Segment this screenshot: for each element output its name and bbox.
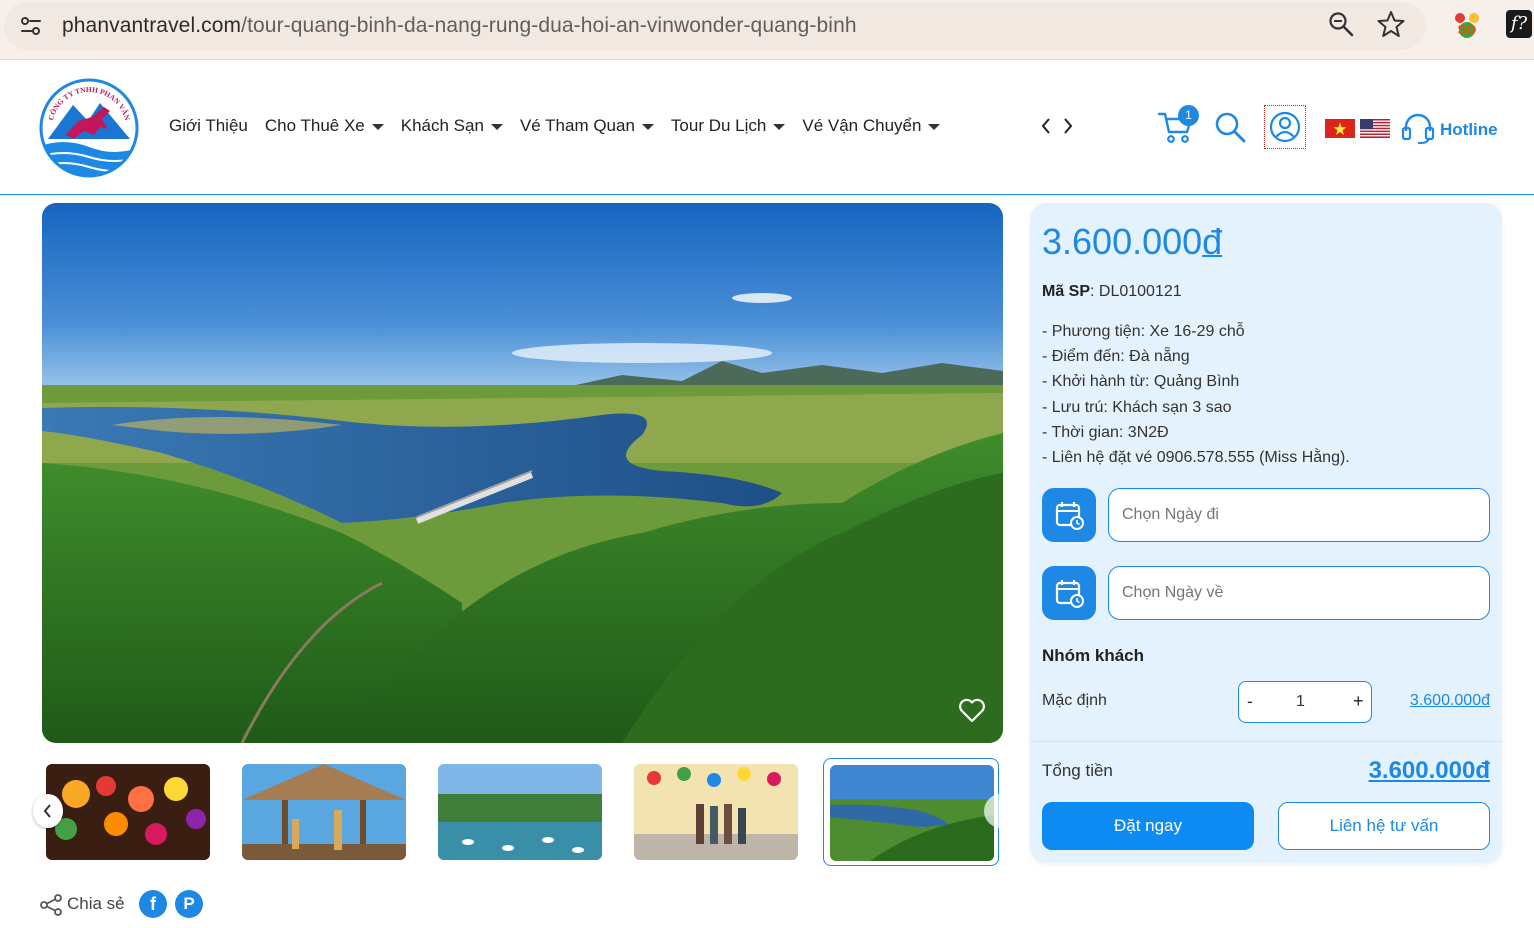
depart-date-button[interactable] <box>1042 488 1096 542</box>
tune-icon[interactable] <box>18 14 44 38</box>
company-logo[interactable]: CÔNG TY TNHH PHAN VÂN <box>38 77 140 179</box>
thumbnail-image-river-aerial <box>830 765 994 861</box>
svg-text:SO: SO <box>1458 22 1477 37</box>
url-path: /tour-quang-binh-da-nang-rung-dua-hoi-an… <box>241 14 857 37</box>
sku-label: Mã SP <box>1042 283 1091 300</box>
nav-item-label: Vé Tham Quan <box>519 116 635 135</box>
site-header: CÔNG TY TNHH PHAN VÂN Giới Thiệu Cho Thuê… <box>0 60 1534 195</box>
thumbnail-image-lake-park <box>438 764 602 860</box>
thumbnail-image-lantern-street <box>634 764 798 860</box>
caret-down-icon <box>928 124 941 130</box>
total-price: 3.600.000đ <box>1368 757 1490 784</box>
total-label: Tổng tiền <box>1042 761 1113 780</box>
pinterest-icon[interactable]: P <box>175 890 203 918</box>
booking-panel: 3.600.000đ Mã SP: DL0100121 - Phương tiệ… <box>1030 203 1502 863</box>
feature-item: - Điểm đến: Đà nẵng <box>1042 348 1190 366</box>
increase-button[interactable]: + <box>1353 691 1364 712</box>
calendar-clock-icon <box>1055 502 1084 530</box>
feature-item: - Liên hệ đặt vé 0906.578.555 (Miss Hằng… <box>1042 449 1350 467</box>
caret-down-icon <box>490 124 503 130</box>
nav-item-label: Khách Sạn <box>400 116 484 135</box>
guest-line-price: 3.600.000đ <box>1409 692 1490 709</box>
divider <box>1030 741 1502 742</box>
return-date-input[interactable] <box>1108 566 1490 620</box>
landscape-image <box>42 203 1003 743</box>
sku-value: : DL0100121 <box>1090 283 1182 300</box>
thumbnail-image-lanterns <box>46 764 210 860</box>
nav-item-label: Vé Vận Chuyển <box>802 116 922 135</box>
nav-item-1[interactable]: Cho Thuê Xe <box>265 116 384 136</box>
address-bar[interactable]: phanvantravel.com/tour-quang-binh-da-nan… <box>4 2 1426 50</box>
user-icon <box>1269 111 1301 143</box>
contact-consult-button[interactable]: Liên hệ tư vấn <box>1278 802 1490 850</box>
product-code: Mã SP: DL0100121 <box>1042 283 1182 301</box>
thumbnail[interactable] <box>628 758 804 866</box>
main-tour-photo[interactable] <box>42 203 1003 743</box>
feature-item: - Khởi hành từ: Quảng Bình <box>1042 373 1240 391</box>
price-amount: 3.600.000 <box>1042 221 1203 262</box>
favorite-heart-icon[interactable] <box>958 697 986 723</box>
tour-price: 3.600.000đ <box>1042 221 1222 263</box>
nav-item-4[interactable]: Tour Du Lịch <box>670 116 786 136</box>
quantity-value[interactable]: 1 <box>1296 693 1305 711</box>
nav-item-2[interactable]: Khách Sạn <box>401 116 503 136</box>
tour-features: - Phương tiện: Xe 16-29 chỗ - Điểm đến: … <box>1042 319 1350 470</box>
nav-item-label: Giới Thiệu <box>169 116 248 135</box>
main-nav: Giới Thiệu Cho Thuê Xe Khách Sạn Vé Tham Qu… <box>169 116 957 136</box>
account-button[interactable] <box>1264 105 1306 149</box>
feature-item: - Phương tiện: Xe 16-29 chỗ <box>1042 323 1245 340</box>
share-label: Chia sẻ <box>67 894 125 913</box>
thumbnail[interactable] <box>40 758 216 866</box>
hotline-link[interactable]: Hotline <box>1440 120 1498 140</box>
caret-down-icon <box>773 124 786 130</box>
vietnamese-flag-icon[interactable] <box>1325 119 1355 138</box>
thumbnail-prev-button[interactable] <box>33 794 63 828</box>
guest-type-label: Mặc định <box>1042 692 1107 709</box>
price-currency: đ <box>1202 221 1223 262</box>
thumbnail-image-giraffes <box>242 764 406 860</box>
browser-toolbar: phanvantravel.com/tour-quang-binh-da-nan… <box>0 0 1534 60</box>
thumbnail[interactable] <box>236 758 412 866</box>
zoom-icon[interactable] <box>1328 11 1354 37</box>
facebook-icon[interactable]: f <box>139 890 167 918</box>
quantity-stepper: - 1 + <box>1238 681 1372 723</box>
guest-group-title: Nhóm khách <box>1042 646 1145 665</box>
feature-item: - Lưu trú: Khách sạn 3 sao <box>1042 398 1232 416</box>
extension-f-icon[interactable]: f? <box>1506 10 1532 38</box>
nav-scroll-arrows-icon[interactable] <box>1040 116 1074 136</box>
caret-down-icon <box>371 124 384 130</box>
nav-item-label: Tour Du Lịch <box>670 116 767 135</box>
feature-item: - Thời gian: 3N2Đ <box>1042 423 1169 441</box>
caret-down-icon <box>641 124 654 130</box>
nav-item-label: Cho Thuê Xe <box>264 116 365 135</box>
star-icon[interactable] <box>1377 10 1405 38</box>
thumbnail[interactable] <box>432 758 608 866</box>
nav-item-0[interactable]: Giới Thiệu <box>169 116 248 136</box>
nav-item-5[interactable]: Vé Vận Chuyển <box>802 116 941 136</box>
extension-so-icon[interactable]: SO <box>1452 10 1482 40</box>
return-date-button[interactable] <box>1042 566 1096 620</box>
url-domain: phanvantravel.com <box>62 14 242 37</box>
depart-date-input[interactable] <box>1108 488 1490 542</box>
nav-item-3[interactable]: Vé Tham Quan <box>520 116 654 136</box>
decrease-button[interactable]: - <box>1247 692 1253 712</box>
share-icon <box>40 894 62 916</box>
book-now-button[interactable]: Đặt ngay <box>1042 802 1254 850</box>
search-icon[interactable] <box>1214 111 1246 143</box>
url-text[interactable]: phanvantravel.com/tour-quang-binh-da-nan… <box>62 14 857 38</box>
thumbnail-active[interactable] <box>823 758 999 866</box>
calendar-clock-icon <box>1055 580 1084 608</box>
us-flag-icon[interactable] <box>1360 119 1390 138</box>
headset-icon[interactable] <box>1401 111 1435 145</box>
cart-count-badge: 1 <box>1178 105 1199 126</box>
